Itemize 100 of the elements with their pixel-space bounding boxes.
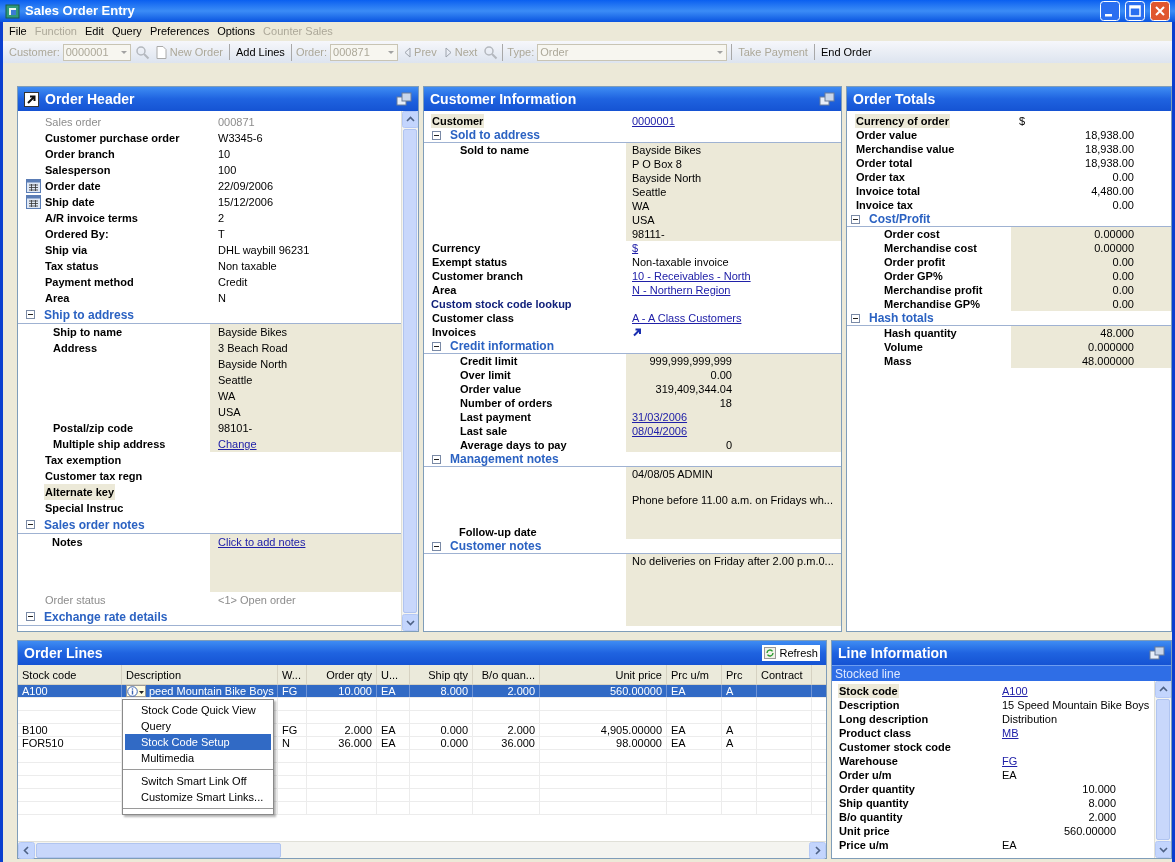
section-title[interactable]: Credit information xyxy=(450,337,554,355)
value-link[interactable]: FG xyxy=(1002,754,1018,768)
toolbar-button[interactable]: End Order xyxy=(818,43,874,61)
float-panel-icon[interactable] xyxy=(819,91,835,107)
field-value: T xyxy=(218,227,225,242)
field-label: Area xyxy=(44,291,71,306)
column-header[interactable]: Ship qty xyxy=(410,665,473,684)
float-panel-icon[interactable] xyxy=(396,91,412,107)
field-label: Notes xyxy=(52,535,83,550)
menu-option[interactable]: Multimedia xyxy=(125,750,271,766)
vertical-scrollbar[interactable] xyxy=(1154,681,1171,858)
menu-item[interactable]: Options xyxy=(213,23,260,40)
table-cell: 8.000 xyxy=(440,684,468,698)
column-header[interactable]: B/o quan... xyxy=(473,665,540,684)
field-label: Invoices xyxy=(431,325,478,339)
section-title[interactable]: Sales order notes xyxy=(44,515,145,534)
field-label: Order value xyxy=(459,382,523,396)
column-header[interactable]: Order qty xyxy=(307,665,377,684)
column-header[interactable]: Contract xyxy=(757,665,812,684)
menu-item[interactable]: File xyxy=(5,23,31,40)
table-cell: 2.000 xyxy=(507,723,535,737)
column-header[interactable]: Prc xyxy=(722,665,757,684)
menu-item[interactable]: Query xyxy=(107,23,146,40)
column-header[interactable]: W... xyxy=(278,665,307,684)
scroll-down-icon[interactable] xyxy=(402,614,418,631)
value-link[interactable]: A100 xyxy=(1002,684,1028,698)
order-line-row[interactable]: A100 peed Mountain Bike Boys FG 10.000 EA 8.000 2.000 560.00000 EA A xyxy=(18,685,826,698)
value-link[interactable]: MB xyxy=(1002,726,1019,740)
panel-subtitle: Stocked line xyxy=(835,665,901,683)
close-icon[interactable] xyxy=(1150,1,1170,21)
menu-option[interactable]: Stock Code Setup xyxy=(125,734,271,750)
collapse-icon[interactable] xyxy=(432,130,441,140)
menu-option[interactable]: Stock Code Quick View xyxy=(125,702,271,718)
toolbar-button[interactable]: Add Lines xyxy=(233,43,287,61)
menu-item[interactable]: Preferences xyxy=(145,23,214,40)
field-label: B/o quantity xyxy=(838,810,904,824)
horizontal-scrollbar[interactable] xyxy=(18,841,826,858)
field-label: Currency of order xyxy=(855,114,950,128)
scroll-right-icon[interactable] xyxy=(809,841,826,859)
field-label: Special Instruc xyxy=(44,501,125,516)
field-value: Seattle xyxy=(632,185,667,199)
scroll-up-icon[interactable] xyxy=(402,111,418,128)
section-title[interactable]: Exchange rate details xyxy=(44,607,168,626)
table-cell: N xyxy=(282,736,290,750)
refresh-button[interactable]: Refresh xyxy=(762,644,820,662)
field-label: Ship quantity xyxy=(838,796,910,810)
menu-option[interactable]: Customize Smart Links... xyxy=(125,789,271,805)
field-label: Long description xyxy=(838,712,930,726)
menu-item[interactable]: Edit xyxy=(80,23,108,40)
field-value: Non-taxable invoice xyxy=(632,255,729,269)
maximize-icon[interactable] xyxy=(1125,1,1145,21)
vertical-scrollbar[interactable] xyxy=(401,111,418,631)
scroll-left-icon[interactable] xyxy=(18,841,35,859)
table-cell: A100 xyxy=(22,684,48,698)
calendar-icon[interactable] xyxy=(26,195,41,209)
collapse-icon[interactable] xyxy=(432,454,441,464)
collapse-icon[interactable] xyxy=(432,341,441,351)
collapse-icon[interactable] xyxy=(26,612,35,621)
section-title[interactable]: Sold to address xyxy=(450,126,541,144)
window-title: Sales Order Entry xyxy=(25,2,136,21)
value-link[interactable]: 10 - Receivables - North xyxy=(632,269,751,283)
minimize-icon[interactable] xyxy=(1100,1,1120,21)
shortcut-arrow-icon[interactable] xyxy=(632,327,642,337)
collapse-icon[interactable] xyxy=(26,520,35,529)
field-label: Invoice tax xyxy=(855,198,914,212)
field-label: Ship date xyxy=(44,195,96,210)
section-title[interactable]: Ship to address xyxy=(44,305,135,324)
collapse-icon[interactable] xyxy=(851,214,860,224)
smart-link-button[interactable] xyxy=(126,685,146,697)
field-value: 48.000 xyxy=(1099,326,1134,340)
value-link[interactable]: 0000001 xyxy=(632,114,675,128)
field-value: 0 xyxy=(724,438,732,452)
menu-option[interactable]: Switch Smart Link Off xyxy=(125,773,271,789)
collapse-icon[interactable] xyxy=(432,541,441,551)
field-label: Order status xyxy=(44,593,107,608)
column-header[interactable]: Unit price xyxy=(540,665,667,684)
collapse-icon[interactable] xyxy=(851,313,860,323)
field-label: Customer stock code xyxy=(838,740,952,754)
calendar-icon[interactable] xyxy=(26,179,41,193)
column-header[interactable]: Prc u/m xyxy=(667,665,722,684)
value-link[interactable]: N - Northern Region xyxy=(632,283,731,297)
column-header[interactable]: Stock code xyxy=(18,665,122,684)
value-link[interactable]: $ xyxy=(632,241,639,255)
lookup-link[interactable]: Custom stock code lookup xyxy=(431,297,572,311)
field-value: 18,938.00 xyxy=(1084,128,1134,142)
section-title[interactable]: Hash totals xyxy=(869,309,934,327)
column-header[interactable]: Description xyxy=(122,665,278,684)
scroll-down-icon[interactable] xyxy=(1155,841,1171,858)
field-label: A/R invoice terms xyxy=(44,211,139,226)
field-value: 0.00 xyxy=(1111,198,1134,212)
section-title[interactable]: Management notes xyxy=(450,450,559,468)
collapse-icon[interactable] xyxy=(26,310,35,319)
section-title[interactable]: Cost/Profit xyxy=(869,210,931,228)
toolbar-label: Type: xyxy=(507,44,535,60)
scroll-up-icon[interactable] xyxy=(1155,681,1171,698)
table-cell: 2.000 xyxy=(344,723,372,737)
section-title[interactable]: Customer notes xyxy=(450,537,542,555)
column-header[interactable]: U... xyxy=(377,665,410,684)
float-panel-icon[interactable] xyxy=(1149,645,1165,661)
value-link[interactable]: A - A Class Customers xyxy=(632,311,742,325)
